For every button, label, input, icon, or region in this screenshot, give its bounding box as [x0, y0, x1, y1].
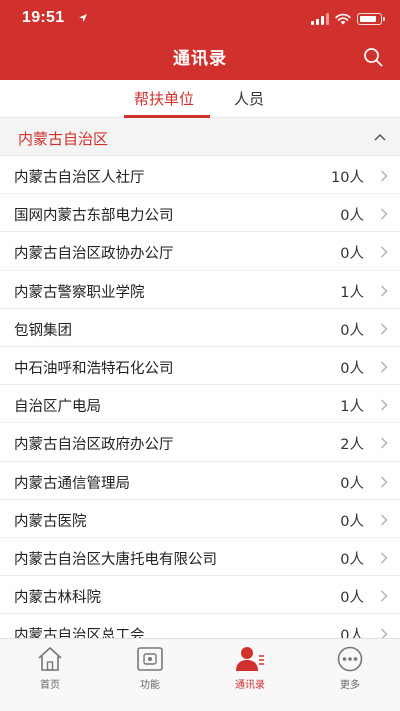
tabbar-item-home[interactable]: 首页 — [15, 645, 85, 691]
member-count: 0人 — [340, 208, 364, 225]
tab-support-units[interactable]: 帮扶单位 — [134, 88, 194, 109]
search-icon[interactable] — [362, 46, 384, 68]
member-count: 1人 — [340, 284, 364, 301]
member-count: 0人 — [340, 475, 364, 492]
list-item[interactable]: 国网内蒙古东部电力公司 0人 — [0, 194, 400, 233]
member-count: 1人 — [340, 399, 364, 416]
unit-name: 内蒙古通信管理局 — [14, 475, 130, 492]
contacts-list[interactable]: 内蒙古自治区 内蒙古自治区人社厅 10人 国网内蒙古东部电力公司 0人 内蒙古自治区政协… — [0, 118, 400, 638]
chevron-right-icon — [380, 399, 388, 411]
bottom-tab-bar: 首页 功能 通讯录 更多 — [0, 638, 400, 711]
member-count: 0人 — [340, 322, 364, 339]
member-count: 0人 — [340, 360, 364, 377]
unit-name: 包钢集团 — [14, 322, 72, 339]
list-item[interactable]: 内蒙古自治区政协办公厅 0人 — [0, 232, 400, 271]
tabbar-label-contacts: 通讯录 — [235, 680, 265, 691]
chevron-right-icon — [380, 285, 388, 297]
member-count: 2人 — [340, 437, 364, 454]
status-bar: 19:51 — [0, 0, 400, 38]
app-header: 19:51 通讯录 — [0, 0, 400, 80]
chevron-right-icon — [380, 246, 388, 258]
tabbar-label-more: 更多 — [340, 680, 360, 691]
list-item[interactable]: 内蒙古自治区政府办公厅 2人 — [0, 423, 400, 462]
list-item[interactable]: 内蒙古林科院 0人 — [0, 576, 400, 615]
tabbar-item-contacts[interactable]: 通讯录 — [215, 645, 285, 691]
unit-name: 内蒙古自治区政府办公厅 — [14, 437, 174, 454]
location-arrow-icon — [79, 14, 87, 22]
list-item[interactable]: 内蒙古自治区人社厅 10人 — [0, 156, 400, 195]
unit-name: 中石油呼和浩特石化公司 — [14, 360, 174, 377]
unit-name: 内蒙古自治区大唐托电有限公司 — [14, 551, 217, 568]
chevron-up-icon[interactable] — [374, 132, 386, 142]
tabbar-item-more[interactable]: 更多 — [315, 645, 385, 691]
tabbar-label-home: 首页 — [40, 680, 60, 691]
unit-name: 内蒙古医院 — [14, 513, 87, 530]
chevron-right-icon — [380, 208, 388, 220]
member-count: 10人 — [331, 170, 364, 186]
tabbar-label-function: 功能 — [140, 680, 160, 691]
group-header[interactable]: 内蒙古自治区 — [0, 118, 400, 156]
unit-name: 国网内蒙古东部电力公司 — [14, 208, 174, 225]
unit-name: 内蒙古自治区政协办公厅 — [14, 246, 174, 263]
tabbar-item-function[interactable]: 功能 — [115, 645, 185, 691]
more-icon — [337, 646, 363, 672]
list-item[interactable]: 包钢集团 0人 — [0, 308, 400, 347]
group-title: 内蒙古自治区 — [18, 130, 109, 148]
tab-people[interactable]: 人员 — [234, 88, 264, 109]
chevron-right-icon — [380, 475, 388, 488]
chevron-right-icon — [380, 590, 388, 602]
unit-name: 内蒙古自治区人社厅 — [14, 170, 145, 186]
member-count: 0人 — [340, 246, 364, 263]
list-item[interactable]: 中石油呼和浩特石化公司 0人 — [0, 346, 400, 386]
status-indicators — [311, 12, 385, 26]
contacts-icon — [236, 647, 264, 671]
chevron-right-icon — [380, 437, 388, 449]
chevron-right-icon — [380, 514, 388, 526]
chevron-right-icon — [380, 170, 388, 182]
chevron-right-icon — [380, 361, 388, 373]
member-count: 0人 — [340, 551, 364, 568]
battery-icon — [357, 13, 385, 25]
list-item[interactable]: 内蒙古自治区大唐托电有限公司 0人 — [0, 537, 400, 577]
list-item[interactable]: 内蒙古通信管理局 0人 — [0, 461, 400, 500]
list-item[interactable]: 内蒙古医院 0人 — [0, 499, 400, 538]
unit-name: 内蒙古自治区总工会 — [14, 628, 145, 638]
segment-tabs: 帮扶单位 人员 — [0, 80, 400, 118]
home-icon — [38, 647, 62, 671]
chevron-right-icon — [380, 323, 388, 335]
status-time: 19:51 — [22, 9, 65, 26]
chevron-right-icon — [380, 552, 388, 564]
wifi-icon — [335, 13, 351, 25]
list-item[interactable]: 内蒙古警察职业学院 1人 — [0, 270, 400, 309]
member-count: 0人 — [340, 513, 364, 530]
member-count: 0人 — [340, 590, 364, 607]
function-icon — [137, 647, 163, 671]
unit-name: 内蒙古林科院 — [14, 590, 101, 607]
list-item[interactable]: 内蒙古自治区总工会 0人 — [0, 614, 400, 638]
chevron-right-icon — [380, 628, 388, 638]
unit-name: 内蒙古警察职业学院 — [14, 284, 145, 301]
member-count: 0人 — [340, 628, 364, 638]
unit-name: 自治区广电局 — [14, 399, 101, 416]
page-title: 通讯录 — [173, 49, 227, 69]
list-item[interactable]: 自治区广电局 1人 — [0, 385, 400, 424]
cellular-signal-icon — [311, 13, 329, 25]
